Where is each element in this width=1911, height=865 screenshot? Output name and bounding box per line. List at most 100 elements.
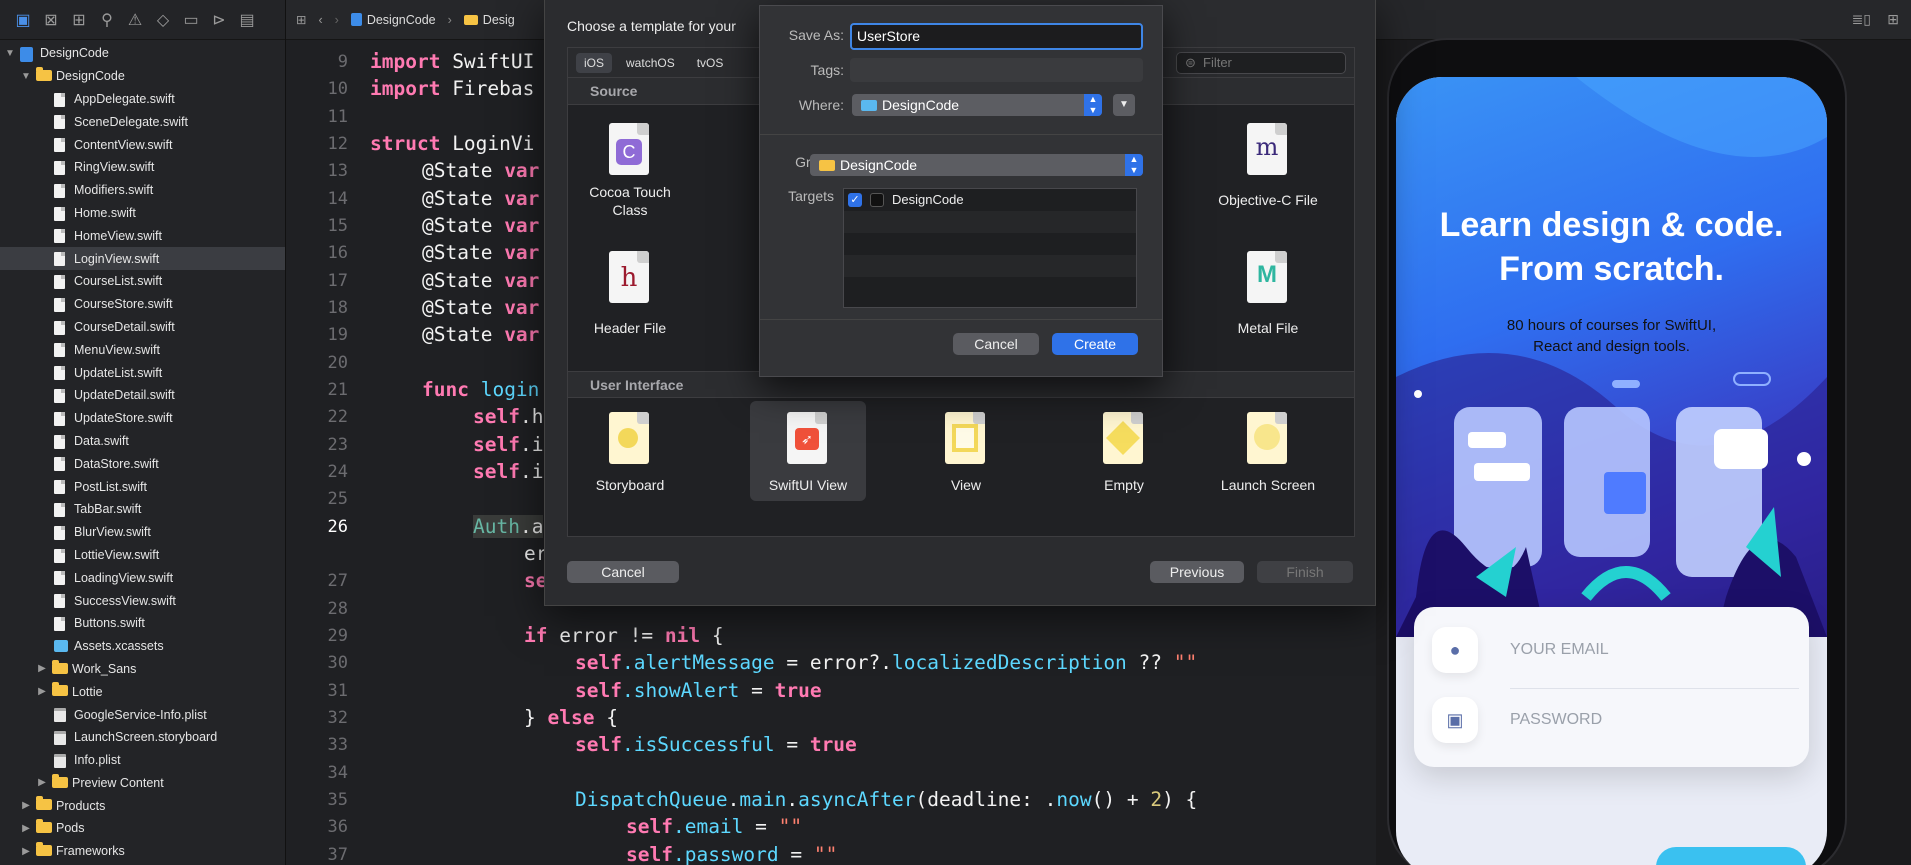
debug-icon[interactable]: ▭: [180, 9, 202, 31]
finish-button[interactable]: Finish: [1257, 561, 1353, 583]
disclosure-closed-icon[interactable]: ▶: [20, 846, 32, 857]
login-button[interactable]: [1656, 847, 1806, 865]
tree-project[interactable]: ▼ DesignCode: [0, 42, 285, 65]
disclosure-closed-icon[interactable]: ▶: [20, 823, 32, 834]
file-item[interactable]: LaunchScreen.storyboard: [0, 726, 285, 749]
password-field[interactable]: ▣ PASSWORD: [1414, 687, 1809, 757]
breadcrumb-project[interactable]: DesignCode: [350, 13, 436, 27]
file-item[interactable]: CourseDetail.swift: [0, 316, 285, 339]
file-item[interactable]: HomeView.swift: [0, 224, 285, 247]
folder-icon: [36, 796, 52, 811]
file-item[interactable]: GoogleService-Info.plist: [0, 703, 285, 726]
template-storyboard[interactable]: Storyboard: [570, 412, 690, 502]
create-button[interactable]: Create: [1052, 333, 1138, 355]
disclosure-closed-icon[interactable]: ▶: [20, 800, 32, 811]
xcode-window: ▣ ⊠ ⊞ ⚲ ⚠ ◇ ▭ ⊳ ▤ ▼ DesignCode ▼ DesignCode…: [0, 0, 1911, 865]
tab-tvos[interactable]: tvOS: [689, 53, 732, 73]
save-as-field[interactable]: UserStore: [850, 23, 1143, 50]
breakpoint-icon[interactable]: ⊳: [208, 9, 230, 31]
file-item[interactable]: AppDelegate.swift: [0, 88, 285, 111]
previous-button[interactable]: Previous: [1150, 561, 1244, 583]
back-icon[interactable]: ‹: [318, 13, 322, 27]
file-item[interactable]: LoginView.swift: [0, 247, 285, 270]
folder-item[interactable]: ▶ Frameworks: [0, 840, 285, 863]
group-popup[interactable]: DesignCode ▲ ▼: [810, 154, 1143, 176]
file-item[interactable]: CourseList.swift: [0, 270, 285, 293]
file-item[interactable]: SceneDelegate.swift: [0, 110, 285, 133]
source-control-icon[interactable]: ⊠: [40, 9, 62, 31]
template-objective-c-file[interactable]: m Objective-C File: [1208, 123, 1328, 223]
code-line: self.i: [473, 460, 544, 483]
file-item[interactable]: UpdateDetail.swift: [0, 384, 285, 407]
template-header-file[interactable]: h Header File: [570, 251, 690, 351]
file-item[interactable]: Modifiers.swift: [0, 179, 285, 202]
folder-item[interactable]: ▶ Preview Content: [0, 772, 285, 795]
disclosure-closed-icon[interactable]: ▶: [36, 777, 48, 788]
file-item[interactable]: MenuView.swift: [0, 338, 285, 361]
file-item[interactable]: Buttons.swift: [0, 612, 285, 635]
template-empty[interactable]: Empty: [1064, 412, 1184, 502]
folder-icon[interactable]: ▣: [12, 9, 34, 31]
disclosure-closed-icon[interactable]: ▶: [36, 686, 48, 697]
tab-watchos[interactable]: watchOS: [618, 53, 683, 73]
template-swiftui-view[interactable]: ➶ SwiftUI View: [748, 412, 868, 502]
file-item[interactable]: UpdateStore.swift: [0, 407, 285, 430]
targets-label: Targets: [788, 188, 834, 204]
file-item[interactable]: LottieView.swift: [0, 544, 285, 567]
folder-icon: [861, 100, 877, 111]
file-item[interactable]: LoadingView.swift: [0, 566, 285, 589]
cancel-button[interactable]: Cancel: [567, 561, 679, 583]
search-icon[interactable]: ⚲: [96, 9, 118, 31]
template-view[interactable]: View: [906, 412, 1026, 502]
chevron-updown-icon: ▲ ▼: [1084, 94, 1102, 116]
file-icon: [54, 708, 66, 723]
metal-file-icon: M: [1247, 251, 1287, 303]
test-icon[interactable]: ◇: [152, 9, 174, 31]
swift-file-icon: [54, 411, 65, 426]
target-row[interactable]: ✓ DesignCode: [844, 189, 1136, 211]
code-line: self.showAlert = true: [575, 679, 822, 702]
template-metal-file[interactable]: M Metal File: [1208, 251, 1328, 351]
report-icon[interactable]: ▤: [236, 9, 258, 31]
file-item[interactable]: Assets.xcassets: [0, 635, 285, 658]
folder-item[interactable]: ▶ Work_Sans: [0, 658, 285, 681]
tags-field[interactable]: [850, 58, 1143, 82]
folder-item[interactable]: ▶ Lottie: [0, 680, 285, 703]
tab-ios[interactable]: iOS: [576, 52, 613, 73]
folder-item[interactable]: ▶ Products: [0, 794, 285, 817]
file-item[interactable]: PostList.swift: [0, 475, 285, 498]
grid-icon[interactable]: ⊞: [296, 12, 306, 27]
forward-icon[interactable]: ›: [335, 13, 339, 27]
file-item[interactable]: SuccessView.swift: [0, 589, 285, 612]
preview-screen[interactable]: Learn design & code. From scratch. 80 ho…: [1396, 77, 1827, 865]
disclosure-closed-icon[interactable]: ▶: [36, 663, 48, 674]
breadcrumb-group[interactable]: Desig: [463, 13, 515, 27]
file-item[interactable]: BlurView.swift: [0, 521, 285, 544]
folder-item[interactable]: ▶ Pods: [0, 817, 285, 840]
file-item[interactable]: TabBar.swift: [0, 498, 285, 521]
file-item[interactable]: ContentView.swift: [0, 133, 285, 156]
file-item[interactable]: RingView.swift: [0, 156, 285, 179]
checkbox[interactable]: ✓: [848, 193, 862, 207]
symbol-icon[interactable]: ⊞: [68, 9, 90, 31]
disclosure-open-icon[interactable]: ▼: [4, 48, 16, 59]
file-item[interactable]: Info.plist: [0, 749, 285, 772]
warning-icon[interactable]: ⚠: [124, 9, 146, 31]
file-item[interactable]: Data.swift: [0, 430, 285, 453]
file-item[interactable]: UpdateList.swift: [0, 361, 285, 384]
disclosure-open-icon[interactable]: ▼: [20, 71, 32, 82]
template-launch-screen[interactable]: Launch Screen: [1208, 412, 1328, 502]
where-popup[interactable]: DesignCode ▲ ▼: [852, 94, 1102, 116]
save-as-label: Save As:: [788, 27, 844, 43]
email-field[interactable]: ● YOUR EMAIL: [1414, 617, 1809, 689]
tree-group[interactable]: ▼ DesignCode: [0, 65, 285, 88]
filter-input[interactable]: ⊜ Filter: [1176, 52, 1346, 74]
file-item[interactable]: DataStore.swift: [0, 452, 285, 475]
expand-button[interactable]: ▼: [1113, 94, 1135, 116]
file-item[interactable]: CourseStore.swift: [0, 293, 285, 316]
sheet-cancel-button[interactable]: Cancel: [953, 333, 1039, 355]
file-item[interactable]: Home.swift: [0, 202, 285, 225]
editor-options-icon[interactable]: ≣▯: [1852, 11, 1871, 28]
add-editor-icon[interactable]: ⊞: [1887, 11, 1899, 28]
template-cocoa-touch-class[interactable]: C Cocoa Touch Class: [570, 123, 690, 243]
